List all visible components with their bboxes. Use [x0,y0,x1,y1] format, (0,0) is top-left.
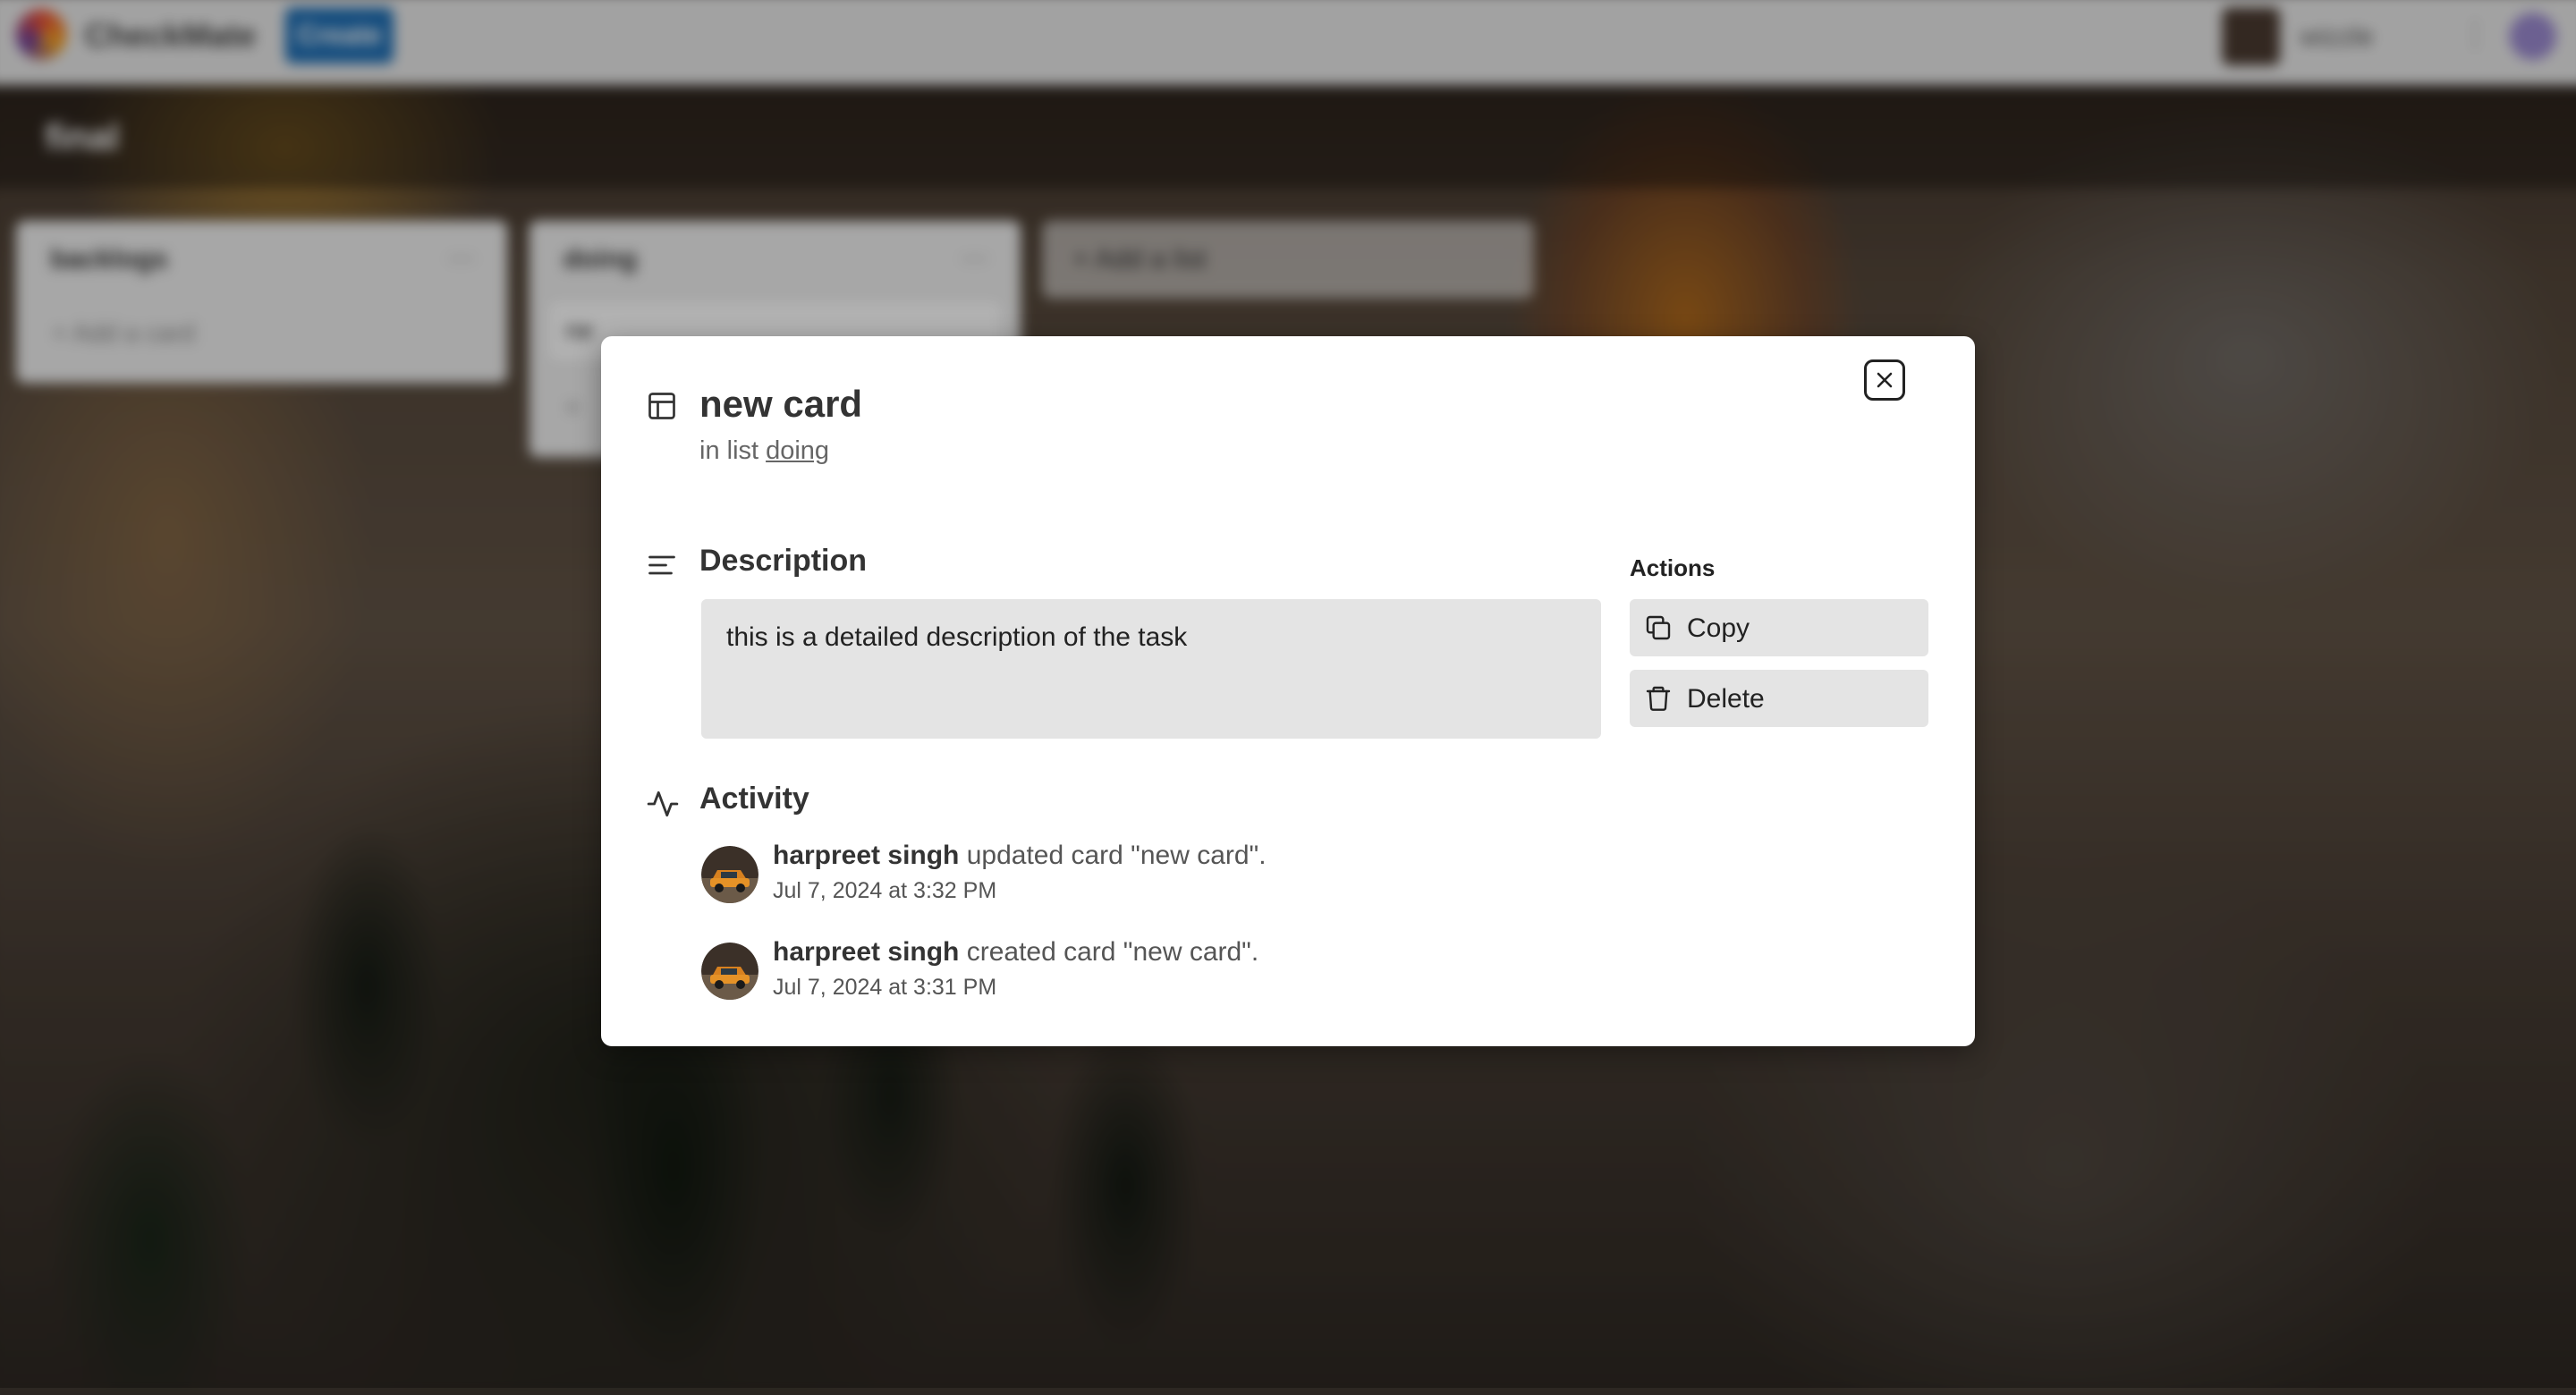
activity-text: harpreet singh created card "new card". [773,937,1258,968]
description-text: this is a detailed description of the ta… [726,622,1188,652]
copy-button[interactable]: Copy [1630,599,1928,656]
activity-timestamp: Jul 7, 2024 at 3:31 PM [773,975,997,1000]
trash-icon [1646,686,1671,711]
activity-icon [647,790,679,817]
in-list-prefix: in list [699,436,759,465]
activity-message: created card "new card". [959,937,1259,967]
layout-icon [648,393,675,419]
activity-item: harpreet singh updated card "new card". … [701,841,1864,912]
copy-icon [1646,615,1671,640]
actions-heading: Actions [1630,554,1716,581]
avatar [701,943,758,1000]
activity-user[interactable]: harpreet singh [773,841,959,870]
activity-user[interactable]: harpreet singh [773,937,959,967]
close-button[interactable] [1864,359,1905,401]
card-modal: new card in list doing Description this i… [601,336,1975,1046]
copy-label: Copy [1687,613,1750,643]
delete-button[interactable]: Delete [1630,670,1928,727]
activity-text: harpreet singh updated card "new card". [773,841,1267,871]
activity-item: harpreet singh created card "new card". … [701,937,1864,1009]
delete-label: Delete [1687,684,1765,714]
card-title[interactable]: new card [699,383,862,426]
avatar [701,846,758,903]
card-list-info: in list doing [699,436,829,466]
align-left-icon [648,555,675,575]
list-link[interactable]: doing [766,436,829,465]
activity-heading: Activity [699,782,809,816]
activity-message: updated card "new card". [959,841,1267,870]
close-icon [1877,372,1893,388]
description-field[interactable]: this is a detailed description of the ta… [701,599,1601,739]
activity-timestamp: Jul 7, 2024 at 3:32 PM [773,878,997,903]
description-heading: Description [699,544,868,578]
